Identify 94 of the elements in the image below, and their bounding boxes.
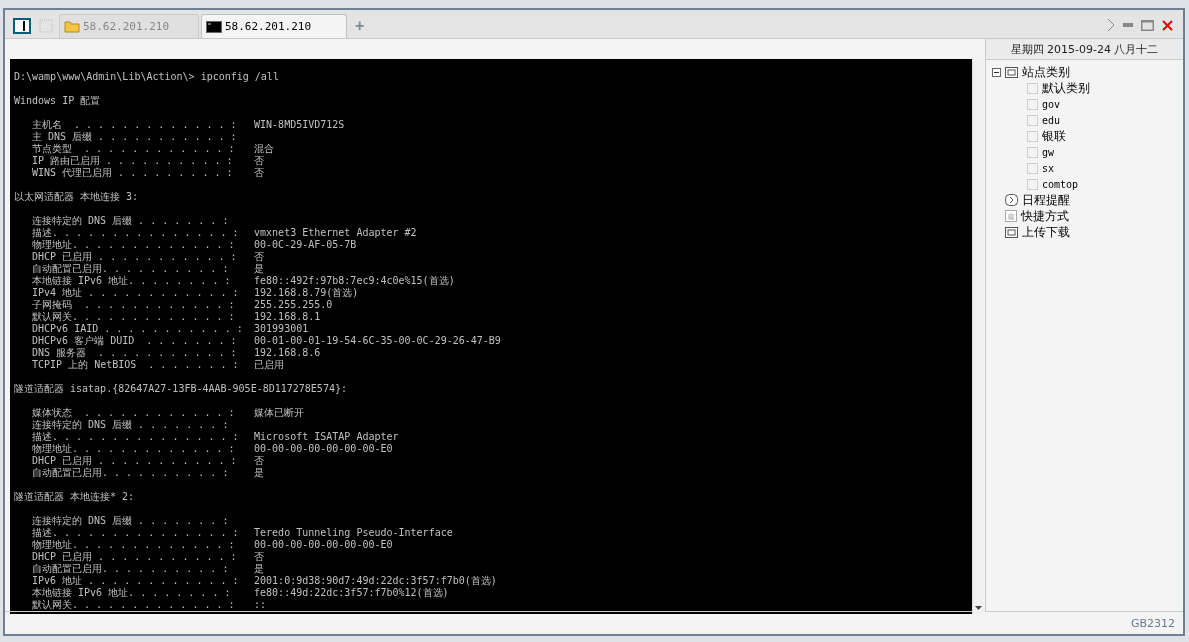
entry-label: 描述. . . . . . . . . . . . . . . : [32,431,240,443]
entry-label: DHCP 已启用 . . . . . . . . . . . : [32,251,238,263]
entry-value: 是 [253,467,265,479]
tab[interactable]: 58.62.201.210 [201,14,347,38]
entry-value: 否 [253,551,265,563]
tree-item[interactable]: 上传下载 [992,224,1183,240]
entry-label: 媒体状态 . . . . . . . . . . . . : [32,407,236,419]
entry-value: 301993001 [253,323,309,335]
entry-label: IP 路由已启用 . . . . . . . . . . : [32,155,234,167]
entry-label: 物理地址. . . . . . . . . . . . . : [32,443,236,455]
entry-label: 描述. . . . . . . . . . . . . . . : [32,227,240,239]
chevron-right-icon[interactable] [1107,18,1115,32]
entry-value: fe80::492f:97b8:7ec9:4c0e%15(首选) [253,275,455,287]
entry-label: 连接特定的 DNS 后缀 . . . . . . . : [32,215,230,227]
entry-label: IPv6 地址 . . . . . . . . . . . . : [32,575,240,587]
entry-value: 192.168.8.1 [253,311,321,323]
tree-item[interactable]: comtop [992,176,1183,192]
entry-label: IPv4 地址 . . . . . . . . . . . . : [32,287,240,299]
dotted-square-icon [1027,162,1038,174]
entry-label: 默认网关. . . . . . . . . . . . . : [32,311,236,323]
entry-label: DNS 服务器 . . . . . . . . . . . : [32,347,238,359]
scrollbar[interactable] [972,59,985,614]
entry-value: 00-0C-29-AF-05-7B [253,239,357,251]
entry-label: 自动配置已启用. . . . . . . . . . : [32,563,230,575]
entry-value: 已启用 [253,359,285,371]
dotted-square-icon [1027,146,1038,158]
entry-value: 00-00-00-00-00-00-00-E0 [253,443,393,455]
tree-item[interactable]: 默认类别 [992,80,1183,96]
entry-value: 00-00-00-00-00-00-00-E0 [253,539,393,551]
entry-label: 子网掩码 . . . . . . . . . . . . : [32,299,236,311]
entry-value: 255.255.255.0 [253,299,333,311]
dotted-square-icon [1027,114,1038,126]
entry-label: 物理地址. . . . . . . . . . . . . : [32,239,236,251]
tree-item[interactable]: gov [992,96,1183,112]
entry-label: DHCPv6 客户端 DUID . . . . . . . : [32,335,238,347]
entry-value: 否 [253,251,265,263]
entry-label: 连接特定的 DNS 后缀 . . . . . . . : [32,515,230,527]
entry-value: 00-01-00-01-19-54-6C-35-00-0C-29-26-47-B9 [253,335,501,347]
entry-value: 2001:0:9d38:90d7:49d:22dc:3f57:f7b0(首选) [253,575,497,587]
date-header: 星期四 2015-09-24 八月十二 [986,39,1183,60]
entry-value: WIN-8MD5IVD712S [253,119,345,131]
terminal-icon [206,20,222,33]
entry-value: 是 [253,563,265,575]
entry-label: DHCPv6 IAID . . . . . . . . . . . : [32,323,244,335]
entry-label: 自动配置已启用. . . . . . . . . . : [32,263,230,275]
tree-item[interactable]: 站点类别 [992,64,1183,80]
tree-item[interactable]: edu [992,112,1183,128]
entry-value: 媒体已断开 [253,407,305,419]
entry-label: 连接特定的 DNS 后缀 . . . . . . . : [32,419,230,431]
entry-value: 否 [253,167,265,179]
entry-label: 默认网关. . . . . . . . . . . . . : [32,599,236,611]
entry-value: Microsoft ISATAP Adapter [253,431,399,443]
entry-value: 混合 [253,143,275,155]
entry-value: 是 [253,263,265,275]
section-heading: Windows IP 配置 [14,95,102,107]
entry-value: :: [253,599,267,611]
entry-value: fe80::49d:22dc:3f57:f7b0%12(首选) [253,587,449,599]
tree-item[interactable]: 银联 [992,128,1183,144]
tree-item[interactable]: 快捷方式 [992,208,1183,224]
entry-value: 否 [253,155,265,167]
section-heading: 以太网适配器 本地连接 3: [14,191,140,203]
tree-item[interactable]: gw [992,144,1183,160]
entry-label: 主机名 . . . . . . . . . . . . . : [32,119,238,131]
entry-value: 192.168.8.79(首选) [253,287,359,299]
entry-label: 自动配置已启用. . . . . . . . . . : [32,467,230,479]
entry-label: WINS 代理已启用 . . . . . . . . . : [32,167,234,179]
entry-label: TCPIP 上的 NetBIOS . . . . . . . : [32,359,240,371]
scroll-down-icon[interactable] [975,606,982,610]
entry-value: 192.168.8.6 [253,347,321,359]
entry-value: 否 [253,455,265,467]
entry-label: 描述. . . . . . . . . . . . . . . : [32,527,240,539]
close-icon[interactable] [1162,19,1173,31]
dotted-square-icon [1027,82,1038,94]
entry-label: 物理地址. . . . . . . . . . . . . : [32,539,236,551]
entry-value: Teredo Tunneling Pseudo-Interface [253,527,453,539]
entry-label: 本地链接 IPv6 地址. . . . . . . . : [32,275,232,287]
tree-item[interactable]: sx [992,160,1183,176]
section-heading: 隧道适配器 isatap.{82647A27-13FB-4AAB-905E-8D117278E574}: [14,383,348,395]
entry-value: vmxnet3 Ethernet Adapter #2 [253,227,417,239]
entry-label: 节点类型 . . . . . . . . . . . . : [32,143,236,155]
section-heading: 隧道适配器 本地连接* 2: [14,491,136,503]
entry-label: DHCP 已启用 . . . . . . . . . . . : [32,551,238,563]
maximize-icon[interactable] [1141,19,1154,31]
dotted-square-icon [1027,178,1038,190]
tree-item[interactable]: 日程提醒 [992,192,1183,208]
entry-label: 主 DNS 后缀 . . . . . . . . . . . : [32,131,238,143]
command-line: D:\wamp\www\Admin\Lib\Action\> ipconfig /all [14,71,280,83]
dotted-square-icon [1027,98,1038,110]
hand-icon [1005,210,1017,222]
entry-label: 本地链接 IPv6 地址. . . . . . . . : [32,587,232,599]
dotted-square-icon [1027,130,1038,142]
collapse-icon[interactable] [992,67,1001,77]
encoding-label: GB2312 [1130,616,1175,630]
entry-label: DHCP 已启用 . . . . . . . . . . . : [32,455,238,467]
